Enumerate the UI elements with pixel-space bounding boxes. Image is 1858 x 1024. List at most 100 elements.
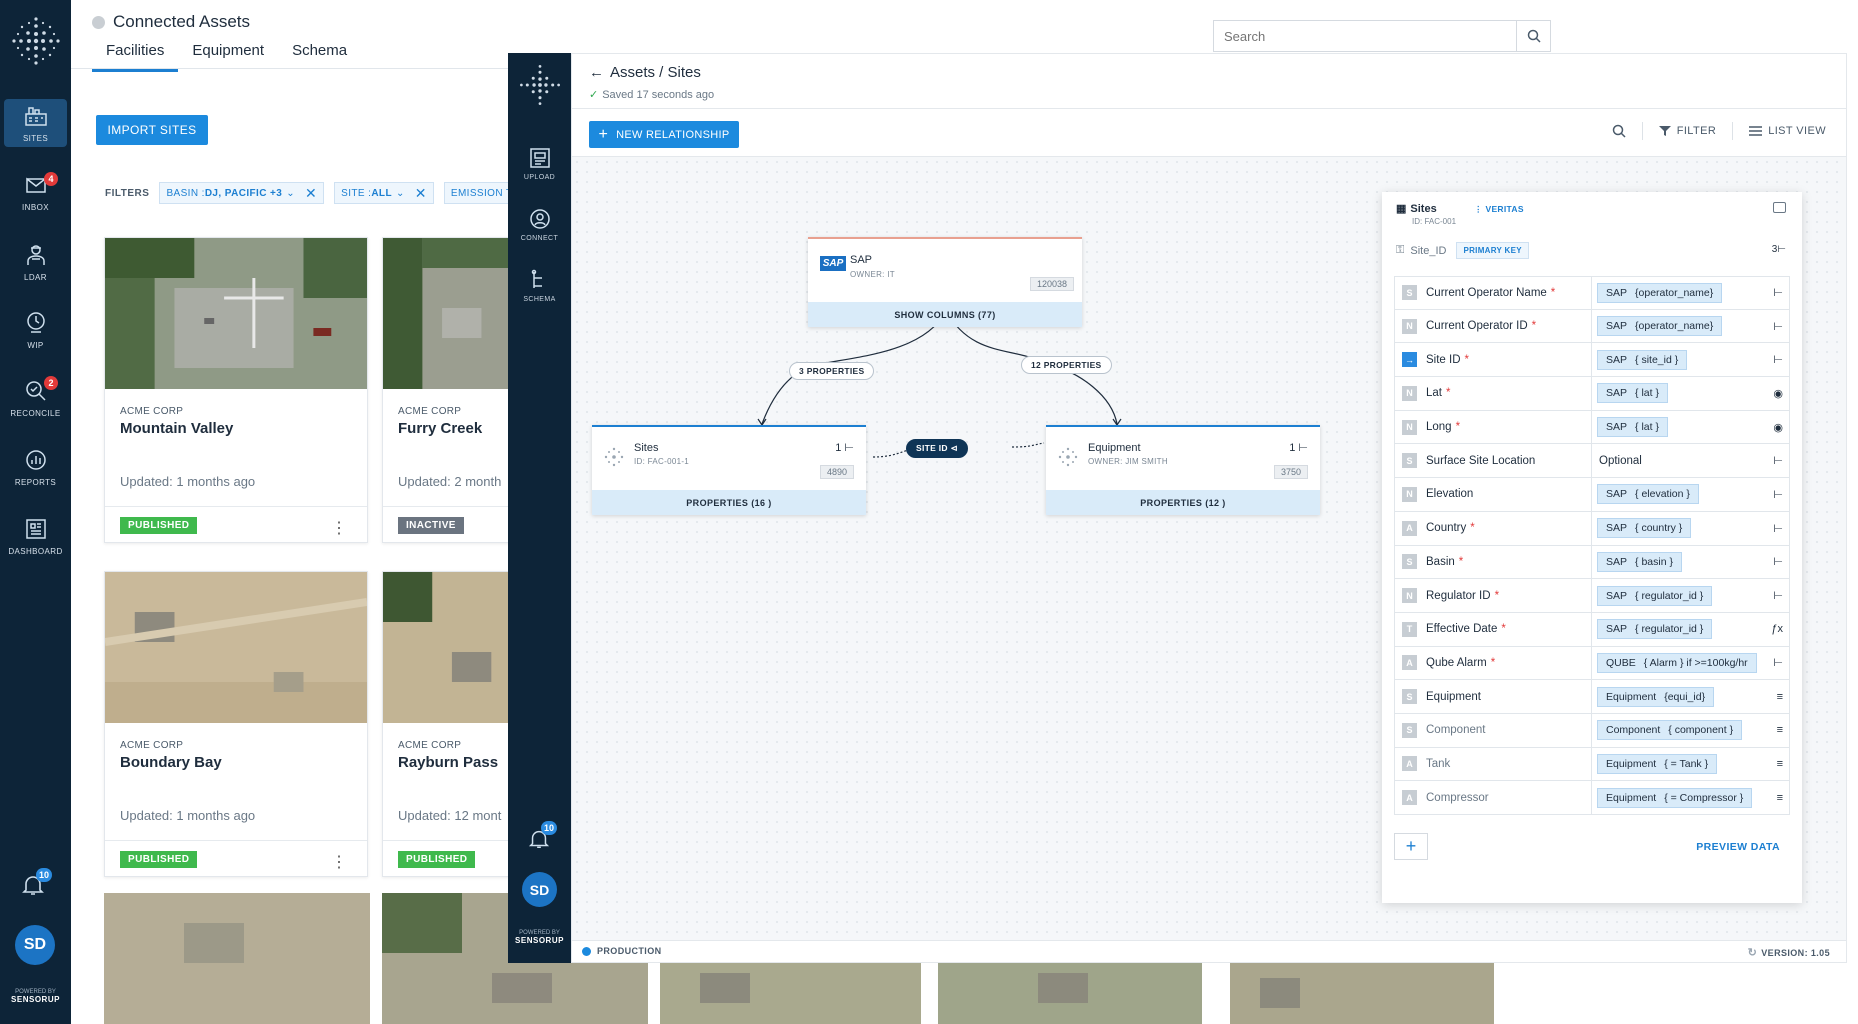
list-icon[interactable]: ≡: [1777, 792, 1783, 804]
mapping-value[interactable]: SAP {operator_name}: [1597, 316, 1723, 337]
tree-icon[interactable]: ⊢: [1773, 320, 1783, 333]
search-button[interactable]: [1516, 21, 1550, 51]
node-sap[interactable]: SAP SAP OWNER: IT 120038 SHOW COLUMNS (7…: [808, 237, 1082, 327]
mapping-value[interactable]: SAP {operator_name}: [1597, 282, 1723, 303]
site-card[interactable]: ACME CORP Mountain Valley Updated: 1 mon…: [104, 237, 368, 543]
close-icon[interactable]: ✕: [415, 185, 427, 202]
filter-chip-basin[interactable]: BASIN : DJ, PACIFIC +3 ⌄ ✕: [159, 182, 325, 204]
filter-icon: [1658, 126, 1671, 136]
sites-properties-button[interactable]: PROPERTIES (16 ): [592, 490, 866, 515]
tree-icon[interactable]: ⊢: [1773, 353, 1783, 366]
mapping-value[interactable]: SAP { lat }: [1597, 417, 1668, 438]
property-row[interactable]: S Current Operator Name * SAP {operator_name…: [1394, 276, 1790, 310]
tree-icon[interactable]: ⊢: [1773, 589, 1783, 602]
nav-dashboard[interactable]: DASHBOARD: [4, 512, 67, 560]
preview-data-button[interactable]: PREVIEW DATA: [1696, 841, 1780, 853]
property-row[interactable]: T Effective Date * SAP{ regulator_id } ƒx: [1394, 612, 1790, 647]
user-avatar[interactable]: SD: [522, 872, 557, 907]
mapping-value[interactable]: Equipment { = Compressor }: [1597, 787, 1753, 808]
nav-reconcile[interactable]: RECONCILE 2: [4, 374, 67, 422]
mapping-value[interactable]: SAP { regulator_id }: [1597, 619, 1713, 640]
nav-sites[interactable]: SITES: [4, 99, 67, 147]
mapping-value[interactable]: Equipment {equi_id}: [1597, 686, 1715, 707]
show-columns-button[interactable]: SHOW COLUMNS (77): [808, 302, 1082, 327]
mapping-value[interactable]: SAP { lat }: [1597, 383, 1668, 404]
filter-chip-site[interactable]: SITE : ALL ⌄ ✕: [334, 182, 434, 204]
mapping-value[interactable]: QUBE { Alarm } if >=100kg/hr: [1597, 652, 1757, 673]
mapping-value[interactable]: SAP { elevation }: [1597, 484, 1699, 505]
property-row[interactable]: A Country * SAP{ country } ⊢: [1394, 511, 1790, 546]
nav-ldar[interactable]: LDAR: [4, 238, 67, 286]
property-row[interactable]: S Equipment Equipment {equi_id} ≡: [1394, 680, 1790, 714]
property-name: Tank: [1426, 758, 1614, 770]
mapping-value[interactable]: SAP { basin }: [1597, 551, 1682, 572]
tree-icon[interactable]: ⊢: [1773, 555, 1783, 568]
mapping-value[interactable]: Equipment { = Tank }: [1597, 753, 1718, 774]
version-label: ↻ VERSION: 1.05: [1748, 946, 1830, 959]
property-row[interactable]: A Compressor Equipment { = Compressor } ≡: [1394, 781, 1790, 815]
more-options-icon[interactable]: ⋮: [331, 852, 347, 872]
more-options-icon[interactable]: ⋮: [331, 518, 347, 538]
back-arrow-icon[interactable]: ←: [589, 64, 604, 81]
card-divider: [383, 506, 511, 507]
search-icon[interactable]: [1612, 124, 1626, 138]
powered-by-brand: SENSORUP: [515, 936, 564, 945]
add-property-button[interactable]: +: [1394, 833, 1428, 860]
nav-schema[interactable]: SCHEMA: [508, 268, 571, 303]
list-icon[interactable]: ≡: [1777, 691, 1783, 703]
tree-icon[interactable]: ⊢: [1773, 522, 1783, 535]
node-sites[interactable]: Sites ID: FAC-001-1 1 ⊢ 4890 PROPERTIES …: [592, 425, 866, 515]
list-view-button[interactable]: LIST VIEW: [1749, 125, 1826, 137]
eye-icon[interactable]: ◉: [1773, 421, 1783, 434]
mapping-field: {equi_id}: [1664, 690, 1706, 703]
fx-icon[interactable]: ƒx: [1771, 623, 1783, 635]
equipment-properties-button[interactable]: PROPERTIES (12 ): [1046, 490, 1320, 515]
user-avatar[interactable]: SD: [15, 925, 55, 965]
site-card[interactable]: ACME CORP Boundary Bay Updated: 1 months…: [104, 571, 368, 877]
filter-button[interactable]: FILTER: [1658, 125, 1716, 137]
property-row[interactable]: N Regulator ID * SAP{ regulator_id } ⊢: [1394, 579, 1790, 613]
property-row[interactable]: A Qube Alarm * QUBE{ Alarm } if >=100kg/hr ⊢: [1394, 646, 1790, 681]
link-label-site-id[interactable]: SITE ID ⊲: [906, 439, 968, 458]
notifications-button[interactable]: 10: [527, 821, 558, 853]
mapping-value[interactable]: Optional: [1597, 452, 1650, 470]
tree-icon[interactable]: ⊢: [1773, 656, 1783, 669]
eye-icon[interactable]: ◉: [1773, 387, 1783, 400]
edge-label-left[interactable]: 3 PROPERTIES: [789, 362, 875, 380]
list-icon[interactable]: ≡: [1777, 758, 1783, 770]
property-row[interactable]: N Current Operator ID * SAP {operator_name} ⊢: [1394, 309, 1790, 344]
property-row[interactable]: N Long * SAP{ lat } ◉: [1394, 410, 1790, 445]
close-icon[interactable]: ✕: [305, 185, 317, 202]
edge-label-right[interactable]: 12 PROPERTIES: [1021, 356, 1112, 374]
property-name: Current Operator ID *: [1426, 320, 1614, 332]
mapping-value[interactable]: SAP { country }: [1597, 518, 1692, 539]
mapping-value[interactable]: SAP { regulator_id }: [1597, 585, 1713, 606]
site-card[interactable]: ACME CORP Rayburn Pass Updated: 12 mont …: [382, 571, 512, 877]
site-card[interactable]: ACME CORP Furry Creek Updated: 2 month I…: [382, 237, 512, 543]
list-icon[interactable]: ≡: [1777, 724, 1783, 736]
notifications-button[interactable]: 10: [20, 868, 53, 902]
nav-wip[interactable]: WIP: [4, 306, 67, 354]
nav-upload[interactable]: UPLOAD: [508, 146, 571, 181]
property-row[interactable]: → Site ID * SAP{ site_id } ⊢: [1394, 343, 1790, 378]
new-relationship-button[interactable]: + NEW RELATIONSHIP: [589, 121, 739, 148]
property-row[interactable]: S Basin * SAP{ basin } ⊢: [1394, 545, 1790, 580]
tree-icon[interactable]: ⊢: [1773, 488, 1783, 501]
search-input[interactable]: [1214, 21, 1514, 51]
property-row[interactable]: S Component Component { component } ≡: [1394, 713, 1790, 748]
nav-inbox[interactable]: INBOX 4: [4, 168, 67, 216]
property-row[interactable]: S Surface Site Location Optional ⊢: [1394, 444, 1790, 479]
node-equipment[interactable]: Equipment OWNER: JIM SMITH 1 ⊢ 3750 PROP…: [1046, 425, 1320, 515]
mapping-value[interactable]: SAP { site_id }: [1597, 349, 1688, 370]
property-row[interactable]: A Tank Equipment { = Tank } ≡: [1394, 747, 1790, 782]
property-row[interactable]: N Lat * SAP { lat } ◉: [1394, 377, 1790, 411]
nav-connect[interactable]: CONNECT: [508, 207, 571, 242]
veritas-badge[interactable]: ⋮ VERITAS: [1474, 204, 1524, 215]
tree-icon[interactable]: ⊢: [1773, 454, 1783, 467]
import-sites-button[interactable]: IMPORT SITES: [96, 115, 208, 145]
property-row[interactable]: N Elevation SAP { elevation } ⊢: [1394, 478, 1790, 512]
tree-icon[interactable]: ⊢: [1773, 286, 1783, 299]
mapping-value[interactable]: Component { component }: [1597, 720, 1743, 741]
expand-window-icon[interactable]: [1773, 202, 1786, 213]
nav-reports[interactable]: REPORTS: [4, 443, 67, 491]
